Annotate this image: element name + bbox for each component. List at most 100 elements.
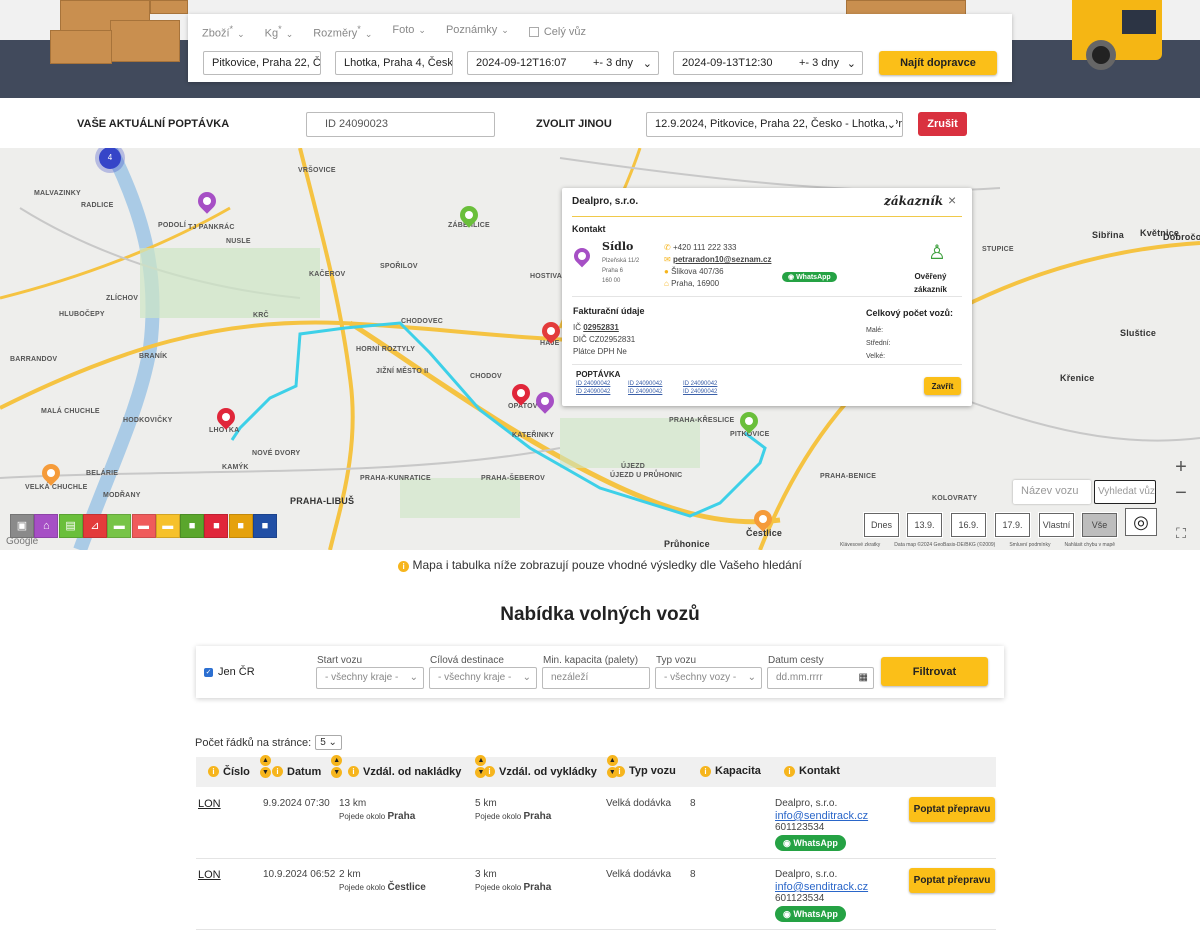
- rows-select[interactable]: 5 ⌄: [315, 735, 342, 750]
- date-btn-all[interactable]: Vše: [1081, 512, 1118, 538]
- cancel-button[interactable]: Zrušit: [918, 112, 967, 136]
- van-icon[interactable]: ▬: [155, 514, 180, 538]
- contact-email[interactable]: info@senditrack.cz: [775, 810, 868, 822]
- attribution-shortcuts[interactable]: Klávesové zkratky: [840, 542, 880, 548]
- zoom-in-icon[interactable]: +: [1168, 454, 1194, 480]
- town-label: PODOLÍ: [158, 222, 187, 229]
- col-unload-distance[interactable]: i Vzdál. od vykládky ▲ ▼: [484, 755, 618, 778]
- van-icon[interactable]: ▬: [107, 514, 132, 538]
- tab-dimensions[interactable]: Rozměry* ⌄: [313, 24, 372, 40]
- hand-truck-icon[interactable]: ⊿: [82, 514, 107, 538]
- van-icon[interactable]: ▬: [131, 514, 156, 538]
- pallet-icon[interactable]: ▤: [58, 514, 83, 538]
- filter-button[interactable]: Filtrovat: [881, 657, 988, 686]
- ic-value[interactable]: 02952831: [583, 323, 619, 332]
- tab-goods[interactable]: Zboží* ⌄: [202, 24, 245, 40]
- chevron-down-icon: ⌄: [886, 118, 896, 131]
- sort-icon[interactable]: ▲ ▼: [331, 755, 343, 778]
- truck-icon[interactable]: ■: [253, 514, 277, 538]
- choose-other-label: ZVOLIT JINOU: [536, 118, 612, 130]
- town-label: MALÁ CHUCHLE: [41, 408, 100, 415]
- offer-id-link[interactable]: LON: [198, 869, 221, 881]
- only-cz-checkbox[interactable]: ✓ Jen ČR: [204, 666, 255, 678]
- type-select[interactable]: - všechny vozy - ⌄: [655, 667, 762, 689]
- request-link[interactable]: ID 24090042: [683, 389, 738, 395]
- offer-id-link[interactable]: LON: [198, 798, 221, 810]
- whole-car-checkbox[interactable]: Celý vůz: [528, 24, 586, 40]
- box-illustration: [50, 30, 112, 64]
- date-from-range[interactable]: +- 3 dny: [593, 57, 633, 69]
- attribution-report[interactable]: Nahlásit chybu v mapě: [1064, 542, 1115, 548]
- whatsapp-button[interactable]: ◉ WhatsApp: [782, 272, 837, 282]
- popup-phone[interactable]: +420 111 222 333: [673, 243, 737, 252]
- from-input[interactable]: Pitkovice, Praha 22, Č: [203, 51, 321, 75]
- request-link[interactable]: ID 24090042: [683, 381, 738, 387]
- layers-icon[interactable]: ▣: [10, 514, 34, 538]
- zoom-out-icon[interactable]: −: [1168, 480, 1194, 506]
- rows-label: Počet řádků na stránce:: [195, 736, 312, 749]
- attribution-terms[interactable]: Smluvní podmínky: [1009, 542, 1050, 548]
- tab-notes[interactable]: Poznámky ⌄: [446, 24, 509, 40]
- whatsapp-icon: ◉: [783, 838, 791, 848]
- sort-icon[interactable]: ▲ ▼: [259, 755, 271, 778]
- date-to-range[interactable]: +- 3 dny: [799, 57, 839, 69]
- contact-email[interactable]: info@senditrack.cz: [775, 881, 868, 893]
- vehicle-name-input[interactable]: Název vozu: [1013, 480, 1091, 504]
- calendar-icon[interactable]: ▦: [859, 672, 868, 683]
- request-link[interactable]: ID 24090042: [628, 381, 683, 387]
- town-label: HORNÍ ROZTYLY: [356, 346, 416, 353]
- to-input[interactable]: Lhotka, Praha 4, Česk: [335, 51, 453, 75]
- vehicle-search-input[interactable]: Vyhledat vůz: [1094, 480, 1156, 504]
- warehouse-icon[interactable]: ⌂: [34, 514, 59, 538]
- tab-weight[interactable]: Kg* ⌄: [265, 24, 294, 40]
- locate-icon[interactable]: ◎: [1125, 508, 1157, 536]
- request-link[interactable]: ID 24090042: [576, 389, 628, 395]
- request-transport-button[interactable]: Poptat přepravu: [909, 868, 995, 893]
- date-btn-17[interactable]: 17.9.: [994, 512, 1031, 538]
- request-transport-button[interactable]: Poptat přepravu: [909, 797, 995, 822]
- popup-email[interactable]: petraradon10@seznam.cz: [673, 255, 772, 264]
- town-label: VRŠOVICE: [298, 167, 336, 174]
- date-btn-13[interactable]: 13.9.: [906, 512, 943, 538]
- truck-icon[interactable]: ■: [204, 514, 229, 538]
- whatsapp-button[interactable]: ◉ WhatsApp: [775, 906, 846, 922]
- checkbox-box[interactable]: [528, 26, 539, 37]
- choose-request-select[interactable]: 12.9.2024, Pitkovice, Praha 22, Česko - …: [646, 112, 903, 137]
- capacity-input[interactable]: nezáleží: [542, 667, 650, 689]
- request-id-field[interactable]: ID 24090023: [306, 112, 495, 137]
- close-icon[interactable]: ×: [948, 192, 956, 208]
- popup-divider: [572, 296, 962, 297]
- cars-large: Velké:: [866, 353, 886, 360]
- fullscreen-icon[interactable]: ⛶: [1168, 520, 1194, 546]
- col-number[interactable]: i Číslo ▲ ▼: [208, 755, 271, 778]
- start-label: Start vozu: [317, 655, 363, 666]
- truck-icon[interactable]: ■: [180, 514, 205, 538]
- request-link[interactable]: ID 24090042: [576, 381, 628, 387]
- col-date[interactable]: i Datum ▲ ▼: [272, 755, 343, 778]
- tab-photo[interactable]: Foto ⌄: [392, 24, 426, 40]
- find-carrier-button[interactable]: Najít dopravce: [879, 51, 997, 75]
- date-from-input[interactable]: 2024-09-12T16:07 +- 3 dny ⌄: [467, 51, 659, 75]
- vehicle-type: Velká dodávka: [606, 869, 672, 880]
- google-logo: Google: [6, 536, 39, 547]
- truck-icon[interactable]: ■: [228, 514, 253, 538]
- request-link[interactable]: ID 24090042: [628, 389, 683, 395]
- dest-select[interactable]: - všechny kraje - ⌄: [429, 667, 537, 689]
- chevron-down-icon: ⌄: [846, 58, 856, 70]
- town-label: CHODOV: [470, 373, 502, 380]
- col-load-distance[interactable]: i Vzdál. od nakládky ▲ ▼: [348, 755, 487, 778]
- date-btn-16[interactable]: 16.9.: [950, 512, 987, 538]
- contact-heading: Kontakt: [572, 224, 606, 234]
- checkbox-checked-icon[interactable]: ✓: [204, 667, 213, 677]
- date-to-input[interactable]: 2024-09-13T12:30 +- 3 dny ⌄: [673, 51, 863, 75]
- marker-cluster[interactable]: 4: [99, 148, 121, 169]
- date-from-value: 2024-09-12T16:07: [476, 57, 567, 69]
- start-select[interactable]: - všechny kraje - ⌄: [316, 667, 424, 689]
- date-input[interactable]: dd.mm.rrrr ▦: [767, 667, 874, 689]
- start-value: - všechny kraje -: [325, 672, 399, 683]
- whatsapp-button[interactable]: ◉ WhatsApp: [775, 835, 846, 851]
- date-btn-custom[interactable]: Vlastní: [1038, 512, 1075, 538]
- col-vehicle-type: i Typ vozu: [614, 765, 676, 777]
- popup-close-button[interactable]: Zavřít: [924, 377, 961, 395]
- date-btn-today[interactable]: Dnes: [863, 512, 900, 538]
